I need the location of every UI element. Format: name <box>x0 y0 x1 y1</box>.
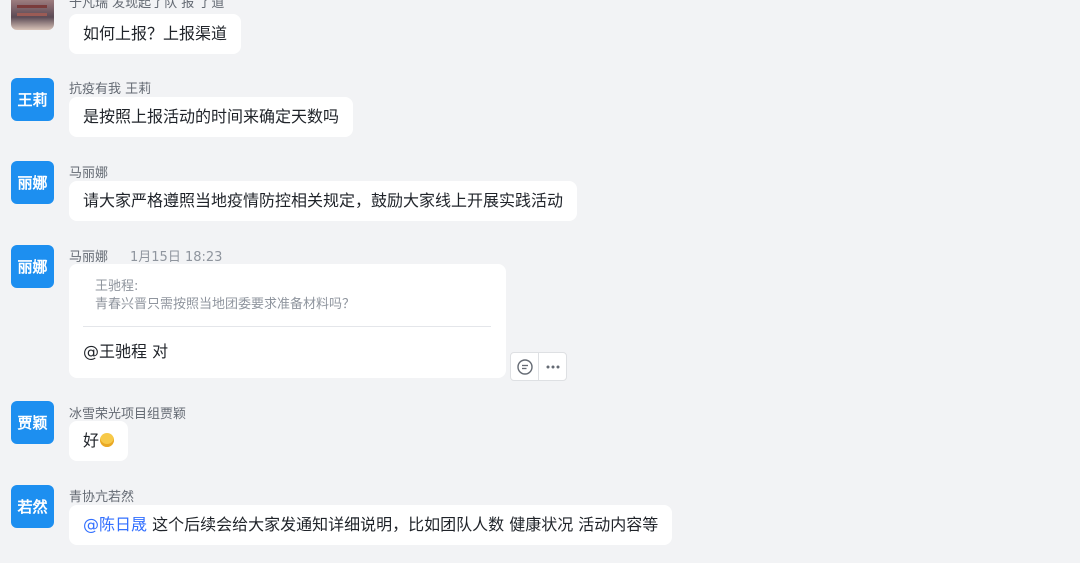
grin-emoji-icon <box>100 433 115 447</box>
message-time: 1月15日 18:23 <box>130 250 223 265</box>
message-bubble[interactable]: 王驰程: 青春兴晋只需按照当地团委要求准备材料吗？ @王驰程 对 <box>69 264 506 378</box>
sender-name: 青协亢若然 <box>69 490 135 505</box>
message-text: 好 <box>83 431 100 450</box>
message-text: @王驰程 对 <box>83 342 169 361</box>
avatar[interactable]: 丽娜 <box>11 161 54 204</box>
quote-sender: 王驰程: <box>95 279 139 294</box>
message-bubble[interactable]: 如何上报？上报渠道 <box>69 14 242 54</box>
message-bubble[interactable]: 好 <box>69 421 129 461</box>
message-text: 请大家严格遵照当地疫情防控相关规定，鼓励大家线上开展实践活动 <box>83 191 564 210</box>
message-bubble[interactable]: 请大家严格遵照当地疫情防控相关规定，鼓励大家线上开展实践活动 <box>69 181 578 221</box>
message-bubble[interactable]: 是按照上报活动的时间来确定天数吗 <box>69 97 354 137</box>
sender-name: 马丽娜 <box>69 166 109 181</box>
sender-name: 抗疫有我 王莉 <box>69 82 152 97</box>
more-dots-icon[interactable] <box>538 353 566 380</box>
quoted-message[interactable]: 王驰程: 青春兴晋只需按照当地团委要求准备材料吗？ <box>83 278 492 314</box>
quote-text: 青春兴晋只需按照当地团委要求准备材料吗？ <box>95 297 356 312</box>
avatar[interactable]: 王莉 <box>11 78 54 121</box>
avatar[interactable] <box>11 0 54 30</box>
divider <box>83 326 491 327</box>
message-text: 是按照上报活动的时间来确定天数吗 <box>83 107 340 126</box>
sender-name: 于凡瑞 发现起了队 报 了道 <box>69 0 225 11</box>
mention-link[interactable]: @陈日晟 <box>83 515 147 534</box>
avatar[interactable]: 丽娜 <box>11 245 54 288</box>
sender-name: 冰雪荣光项目组贾颖 <box>69 407 187 422</box>
message-text: 这个后续会给大家发通知详细说明，比如团队人数 健康状况 活动内容等 <box>147 515 659 534</box>
sender-name-text: 马丽娜 <box>69 250 109 265</box>
avatar[interactable]: 贾颖 <box>11 401 54 444</box>
avatar[interactable]: 若然 <box>11 485 54 528</box>
sender-name: 马丽娜 1月15日 18:23 <box>69 246 222 265</box>
message-bubble[interactable]: @陈日晟 这个后续会给大家发通知详细说明，比如团队人数 健康状况 活动内容等 <box>69 505 673 545</box>
reply-bubble-icon[interactable] <box>511 353 538 380</box>
message-text: 如何上报？上报渠道 <box>83 24 228 43</box>
message-actions <box>510 352 567 381</box>
